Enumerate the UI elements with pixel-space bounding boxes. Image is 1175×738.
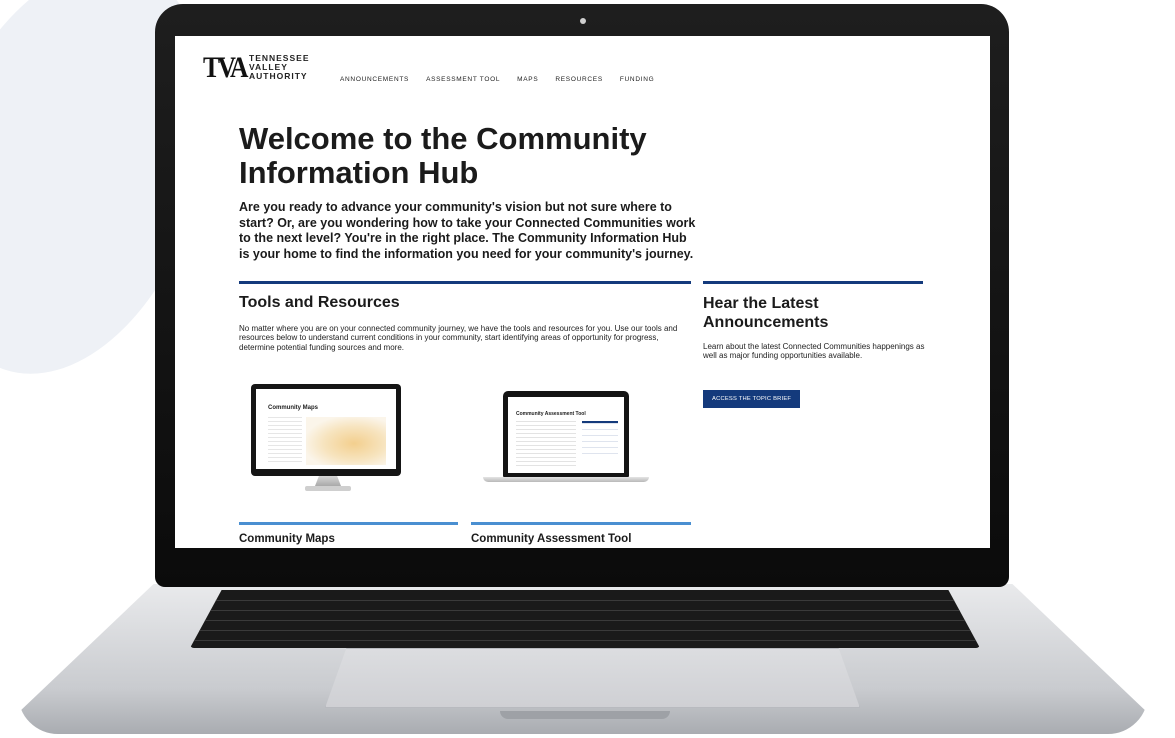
- laptop-trackpad: [325, 648, 860, 708]
- logo-line: AUTHORITY: [249, 71, 308, 81]
- logo-mark: TVA: [203, 50, 248, 84]
- card-accent: [471, 522, 691, 525]
- community-maps-preview[interactable]: Community Maps: [251, 384, 401, 476]
- preview-sidebar: [582, 421, 618, 457]
- page-title: Welcome to the Community Information Hub: [239, 121, 647, 190]
- laptop-keyboard: [190, 590, 980, 648]
- tools-description: No matter where you are on your connecte…: [239, 324, 678, 352]
- preview-form: [516, 421, 576, 467]
- nav-maps[interactable]: MAPS: [517, 76, 538, 83]
- tools-heading: Tools and Resources: [239, 294, 400, 311]
- card-title-assessment-tool[interactable]: Community Assessment Tool: [471, 533, 631, 545]
- product-shot: TVA TENNESSEE VALLEY AUTHORITY ANNOUNCEM…: [0, 0, 1175, 738]
- mini-laptop-base: [483, 477, 649, 482]
- nav-resources[interactable]: RESOURCES: [555, 76, 602, 83]
- access-topic-brief-button[interactable]: ACCESS THE TOPIC BRIEF: [703, 390, 801, 408]
- tva-logo[interactable]: TVA TENNESSEE VALLEY AUTHORITY: [203, 50, 310, 84]
- nav-announcements[interactable]: ANNOUNCEMENTS: [340, 76, 409, 83]
- nav-funding[interactable]: FUNDING: [620, 76, 655, 83]
- section-divider: [703, 281, 923, 284]
- main-nav: ANNOUNCEMENTS ASSESSMENT TOOL MAPS RESOU…: [340, 76, 654, 83]
- monitor-screen: Community Maps: [256, 389, 396, 469]
- preview-table: [268, 417, 302, 465]
- laptop-screen: TVA TENNESSEE VALLEY AUTHORITY ANNOUNCEM…: [175, 36, 990, 548]
- monitor-stand: [315, 476, 341, 486]
- laptop-lid: TVA TENNESSEE VALLEY AUTHORITY ANNOUNCEM…: [155, 4, 1009, 587]
- mini-laptop-screen: Community Assessment Tool: [508, 397, 624, 473]
- announcements-heading: Hear the Latest Announcements: [703, 295, 829, 331]
- preview-title: Community Assessment Tool: [516, 411, 586, 417]
- camera-dot: [580, 18, 586, 24]
- preview-map: [306, 417, 386, 465]
- logo-wordmark: TENNESSEE VALLEY AUTHORITY: [249, 54, 310, 81]
- hero-intro: Are you ready to advance your community'…: [239, 200, 696, 262]
- nav-assessment-tool[interactable]: ASSESSMENT TOOL: [426, 76, 500, 83]
- announcements-description: Learn about the latest Connected Communi…: [703, 342, 925, 361]
- assessment-tool-preview[interactable]: Community Assessment Tool: [503, 391, 629, 477]
- card-title-community-maps[interactable]: Community Maps: [239, 533, 335, 545]
- section-divider: [239, 281, 691, 284]
- monitor-foot: [305, 486, 351, 491]
- laptop-notch: [500, 711, 670, 719]
- site-header: TVA TENNESSEE VALLEY AUTHORITY ANNOUNCEM…: [175, 36, 990, 96]
- card-accent: [239, 522, 458, 525]
- preview-title: Community Maps: [268, 405, 319, 411]
